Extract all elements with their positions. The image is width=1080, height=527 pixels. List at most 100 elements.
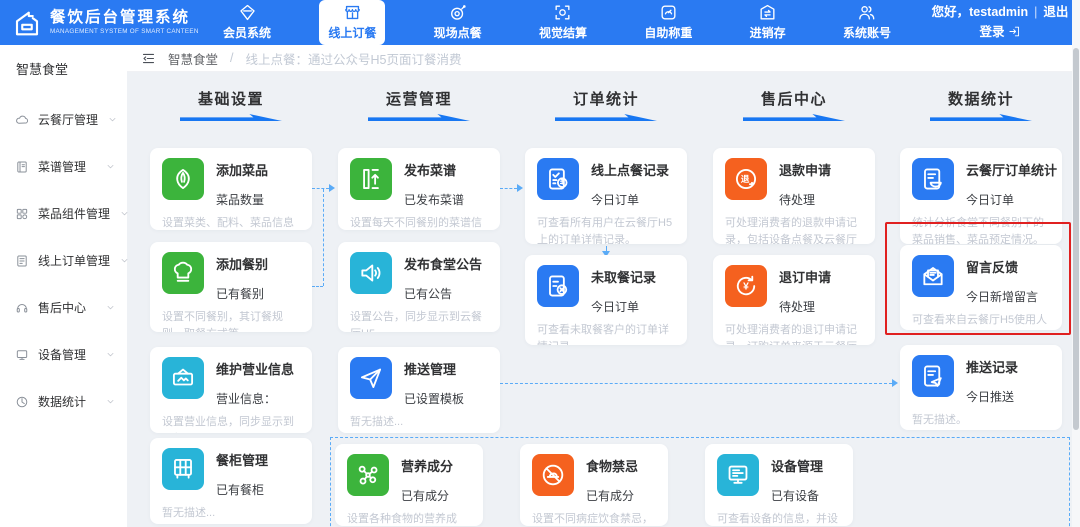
card-row: 发布菜谱 已发布菜谱 [350, 158, 488, 208]
card-meta: 退款申请 待处理 [779, 158, 831, 208]
menu-fold-icon[interactable] [141, 51, 156, 66]
card-meta: 餐柜管理 已有餐柜 [216, 448, 268, 498]
sidebar-item-0[interactable]: 云餐厅管理 [0, 96, 127, 143]
card-row: 添加餐别 已有餐别 [162, 252, 300, 302]
device-icon [15, 348, 29, 362]
card-title: 推送管理 [404, 362, 457, 377]
chevron-down-icon [105, 349, 116, 360]
flow-connector [312, 188, 329, 189]
column-title: 基础设置 [197, 91, 264, 108]
column-underline-arrow [368, 114, 470, 121]
card-meta: 食物禁忌 已有成分 [586, 454, 638, 504]
unclaimed-record-icon [537, 265, 579, 307]
card-description: 设置不同餐别，其订餐规则、取餐方式等。 [162, 311, 283, 332]
dashboard-card[interactable]: 营养成分已有成分设置各种食物的营养成分，【菜品管理】里可添加对应的食物及分... [335, 444, 483, 526]
sidebar-item-4[interactable]: 售后中心 [0, 284, 127, 331]
nav-item-label: 视觉结算 [538, 26, 587, 40]
push-record-icon [912, 355, 954, 397]
flow-connector [323, 189, 324, 286]
nav-item-6[interactable]: 系统账号 [834, 0, 900, 45]
logo-icon [12, 8, 42, 38]
nav-item-label: 自助称重 [644, 26, 693, 40]
nav-item-2[interactable]: 现场点餐 [425, 0, 491, 45]
breadcrumb-root[interactable]: 智慧食堂 [168, 49, 218, 68]
card-row: 添加菜品 菜品数量 [162, 158, 300, 208]
sidebar-menu: 云餐厅管理菜谱管理菜品组件管理线上订单管理 售后中心 设备管理 数据统计 [0, 96, 130, 425]
card-subtitle: 已有成分 [401, 489, 450, 503]
card-description: 可查看所有用户在云餐厅H5上的订单详情记录。 [537, 217, 673, 244]
nav-item-5[interactable]: 进销存 [741, 0, 795, 45]
nav-item-1[interactable]: 线上订餐 [319, 0, 386, 45]
column-header-0: 基础设置 [150, 88, 312, 121]
sidebar-item-label: 菜品组件管理 [38, 207, 111, 221]
food-taboo-icon [532, 454, 574, 496]
unsubscribe-icon: ¥ [725, 265, 767, 307]
dashboard-card[interactable]: 推送记录 今日推送 暂无描述。 [900, 345, 1062, 430]
dashboard-card[interactable]: 设备管理已有设备可查看设备的信息，并设置设备名称、方便识别。 [705, 444, 853, 526]
card-title: 添加餐别 [216, 257, 269, 272]
card-meta: 发布菜谱 已发布菜谱 [404, 158, 464, 208]
card-meta: 添加餐别 已有餐别 [216, 252, 268, 302]
card-subtitle: 待处理 [779, 300, 816, 314]
dashboard-card[interactable]: 线上点餐记录 今日订单可查看所有用户在云餐厅H5上的订单详情记录。 [525, 148, 687, 244]
sidebar-item-5[interactable]: 设备管理 [0, 331, 127, 378]
card-meta: 发布食堂公告 已有公告 [404, 252, 482, 302]
flow-connector [500, 188, 517, 189]
card-row: ¥ 退订申请 待处理 [725, 265, 863, 315]
nav-item-4[interactable]: 自助称重 [635, 0, 701, 45]
dashboard-card[interactable]: 食物禁忌已有成分设置不同病症饮食禁忌，【菜品管理】里可添加对应的。 [520, 444, 668, 526]
dashboard-card[interactable]: 退 退款申请待处理可处理消费者的退款申请记录，包括设备点餐及云餐厅H5上的订单..… [713, 148, 875, 244]
dashboard-card[interactable]: 餐柜管理 已有餐柜 暂无描述... [150, 438, 312, 524]
card-meta: 退订申请 待处理 [779, 265, 831, 315]
sidebar-item-2[interactable]: 菜品组件管理 [0, 190, 128, 237]
order-doc-icon [15, 254, 29, 268]
headset-icon [15, 301, 29, 315]
sidebar-item-label: 菜谱管理 [38, 160, 87, 174]
dashboard-canvas: 基础设置添加菜品菜品数量设置菜类、配料、菜品信息等。添加餐别已有餐别设置不同餐别… [127, 72, 1072, 527]
sidebar-item-6[interactable]: 数据统计 [0, 378, 127, 425]
vision-icon [553, 3, 572, 22]
shop-icon [343, 3, 362, 22]
column-underline-arrow [743, 114, 845, 121]
breadcrumb-current: 线上点餐：通过公众号H5页面订餐消费 [245, 52, 462, 67]
card-subtitle: 已有公告 [404, 287, 453, 301]
user-separator: | [1034, 5, 1038, 20]
dashboard-card[interactable]: 添加餐别已有餐别设置不同餐别，其订餐规则、取餐方式等。 [150, 242, 312, 332]
sidebar-item-3[interactable]: 线上订单管理 [0, 237, 130, 284]
card-subtitle: 已有设备 [771, 489, 820, 503]
card-title: 食物禁忌 [586, 459, 639, 474]
sidebar-item-1[interactable]: 菜谱管理 [0, 143, 127, 190]
dashboard-card[interactable]: 维护营业信息营业信息： 设置营业信息，同步显示到云餐厅H5。 [150, 347, 312, 433]
card-subtitle: 已有餐柜 [216, 483, 265, 497]
dashboard-card[interactable]: 推送管理 已设置模板 暂无描述... [338, 347, 500, 433]
column-header-2: 订单统计 [525, 88, 687, 121]
card-description: 暂无描述... [350, 416, 404, 428]
nav-item-0[interactable]: 会员系统 [214, 0, 280, 45]
publish-menu-icon [350, 158, 392, 200]
cabinet-icon [162, 448, 204, 490]
card-description: 可查看设备的信息，并设置设备名称、方便识别。 [717, 513, 838, 525]
dashboard-card[interactable]: 添加菜品菜品数量设置菜类、配料、菜品信息等。 [150, 148, 312, 230]
nav-item-3[interactable]: 视觉结算 [530, 0, 596, 45]
card-meta: 推送记录 今日推送 [966, 355, 1018, 405]
chevron-down-icon [119, 255, 130, 266]
dashboard-card[interactable]: 云餐厅订单统计 今日订单 统计分析食堂不同餐别下的菜品销售、菜品预定情况。 [900, 148, 1062, 244]
card-meta: 线上点餐记录 今日订单 [591, 158, 669, 208]
dashboard-card[interactable]: 发布食堂公告已有公告设置公告，同步显示到云餐厅H5。 [338, 242, 500, 332]
card-meta: 设备管理 已有设备 [771, 454, 823, 504]
scrollbar-thumb[interactable] [1073, 48, 1079, 430]
card-title: 留言反馈 [966, 260, 1019, 275]
dashboard-card[interactable]: ¥ 退订申请待处理可处理消费者的退订申请记录，订购订单来源于云餐厅H5上的订单。 [713, 255, 875, 345]
card-description: 设置公告，同步显示到云餐厅H5。 [350, 311, 482, 332]
order-record-icon [537, 158, 579, 200]
card-meta: 未取餐记录 今日订单 [591, 265, 656, 315]
card-meta: 留言反馈 今日新增留言 [966, 255, 1038, 305]
svg-text:¥: ¥ [743, 282, 749, 293]
dashboard-card[interactable]: 未取餐记录今日订单可查看未取餐客户的订单详情记录。 [525, 255, 687, 345]
card-title: 餐柜管理 [216, 453, 269, 468]
dashboard-card[interactable]: 留言反馈今日新增留言可查看来自云餐厅H5使用人员的留言反馈。 [900, 245, 1062, 330]
chevron-down-icon [107, 114, 118, 125]
dashboard-card[interactable]: 发布菜谱已发布菜谱设置每天不同餐别的菜谱信息。 [338, 148, 500, 230]
app-subtitle: MANAGEMENT SYSTEM OF SMART CANTEEN [50, 28, 199, 36]
column-title: 运营管理 [385, 91, 452, 108]
